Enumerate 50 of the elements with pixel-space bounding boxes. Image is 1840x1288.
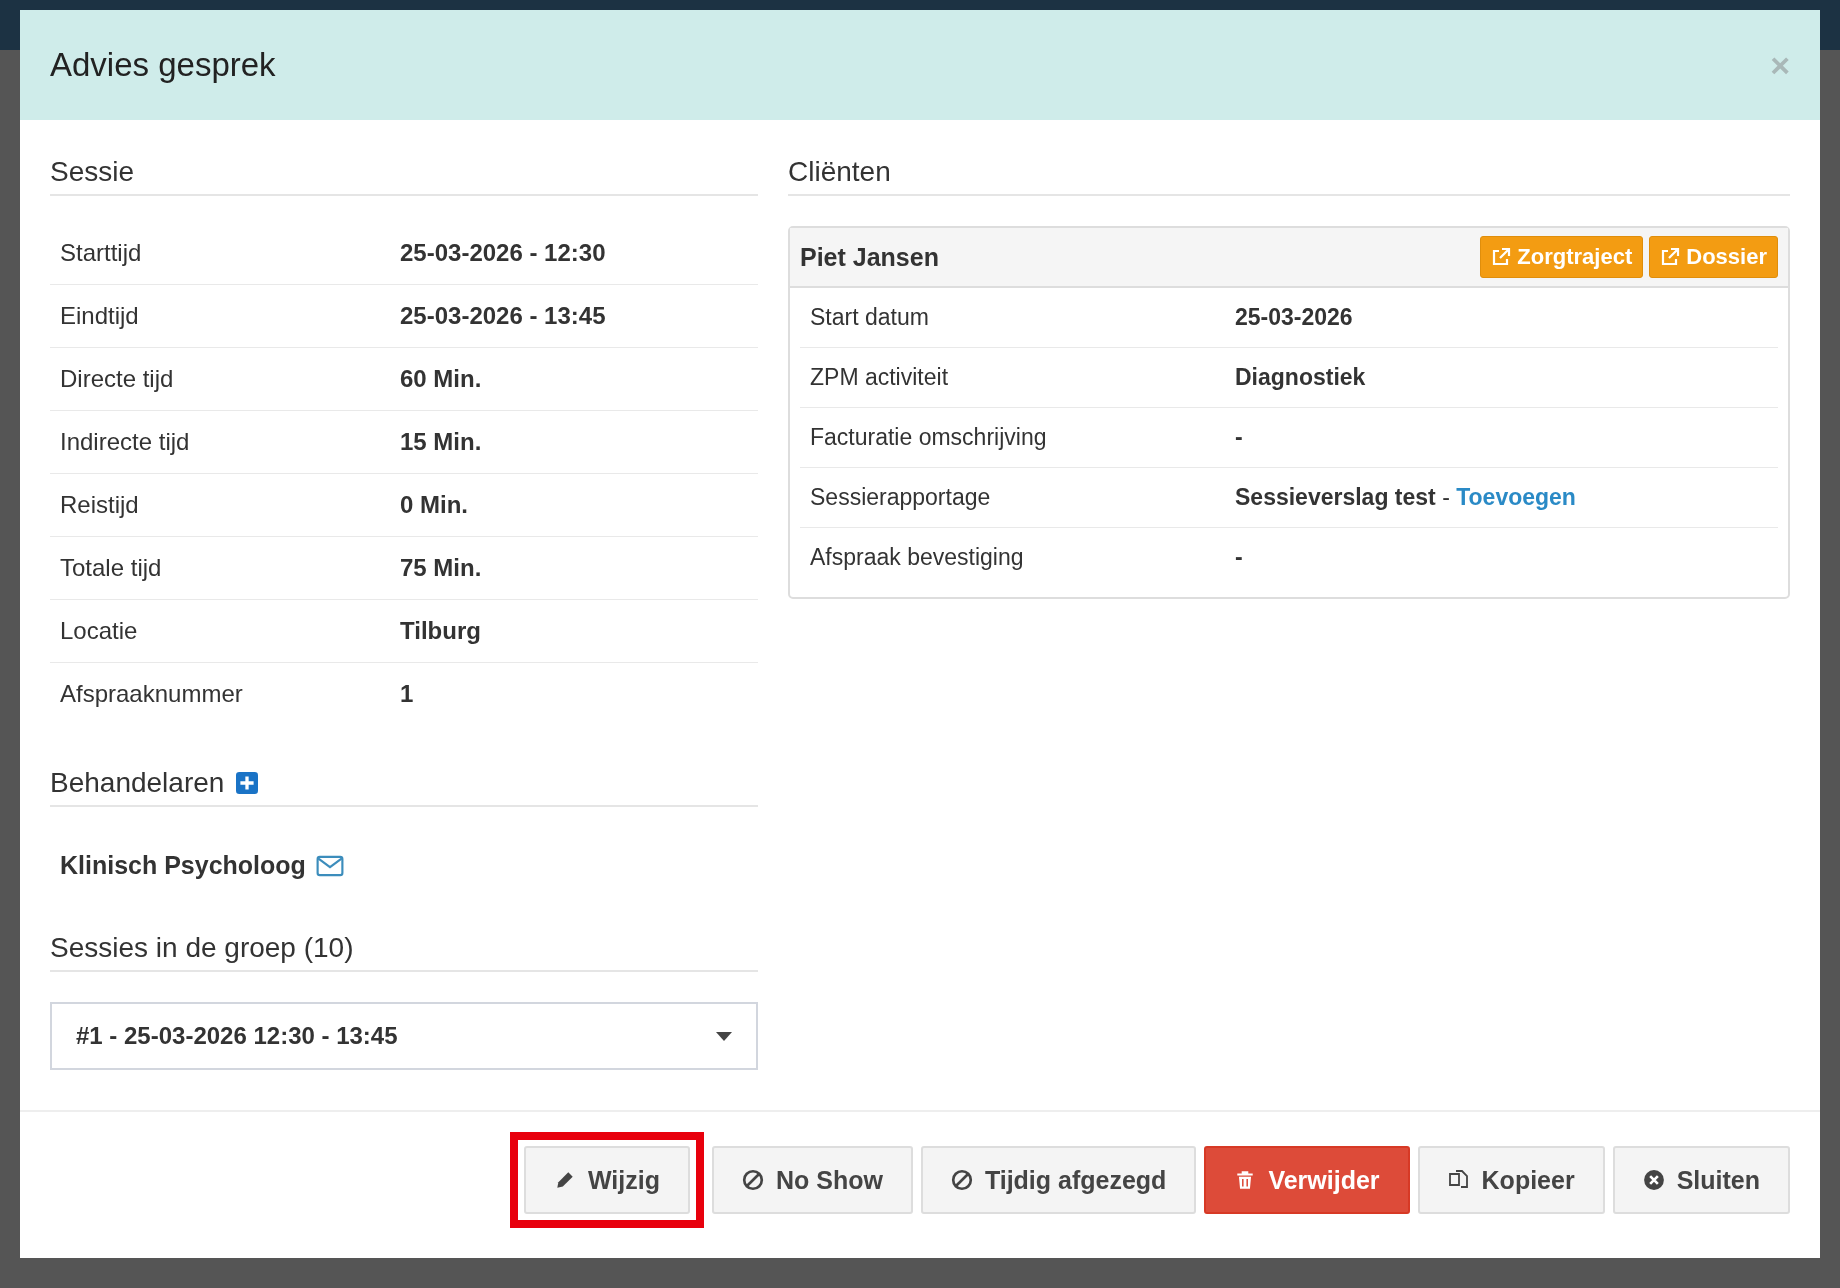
- copy-button[interactable]: Kopieer: [1417, 1146, 1605, 1214]
- field-label: Reistijd: [59, 491, 140, 519]
- close-button[interactable]: Sluiten: [1612, 1146, 1790, 1214]
- copy-icon: [1447, 1169, 1470, 1191]
- close-circle-icon: [1642, 1169, 1665, 1191]
- field-value: 25-03-2026 - 13:45: [400, 302, 606, 330]
- field-label: Facturatie omschrijving: [809, 424, 1048, 451]
- field-value: 75 Min.: [400, 554, 482, 582]
- modal-title: Advies gesprek: [50, 46, 276, 84]
- section-heading: Behandelaren: [50, 767, 225, 799]
- field-label: ZPM activiteit: [809, 364, 950, 391]
- field-label: Sessierapportage: [809, 484, 992, 511]
- field-label: Starttijd: [59, 239, 143, 267]
- ban-icon: [741, 1169, 764, 1191]
- delete-button[interactable]: Verwijder: [1204, 1146, 1410, 1214]
- field-value: 25-03-2026: [1235, 304, 1353, 331]
- status-button[interactable]: Tijdig afgezegd: [920, 1146, 1197, 1214]
- field-value: Diagnostiek: [1235, 364, 1366, 391]
- section-heading: Sessie: [50, 144, 758, 196]
- field-value: -: [1235, 544, 1243, 571]
- field-value: 15 Min.: [400, 428, 482, 456]
- section-heading: Cliënten: [788, 144, 1790, 196]
- field-label: Directe tijd: [59, 365, 175, 393]
- envelope-icon[interactable]: [315, 854, 344, 877]
- status-button[interactable]: No Show: [711, 1146, 913, 1214]
- field-label: Indirecte tijd: [59, 428, 191, 456]
- ban-icon: [950, 1169, 973, 1191]
- field-label: Locatie: [59, 617, 139, 645]
- add-link[interactable]: Toevoegen: [1456, 484, 1576, 510]
- external-link-icon: [1660, 247, 1681, 267]
- field-value: Tilburg: [400, 617, 481, 645]
- caret-icon: [716, 1031, 732, 1041]
- session-select[interactable]: #1 - 25-03-2026 12:30 - 13:45: [50, 1002, 758, 1070]
- field-label: Afspraaknummer: [59, 680, 244, 708]
- edit-button[interactable]: Wijzig: [523, 1146, 690, 1214]
- field-value: 25-03-2026 - 12:30: [400, 239, 606, 267]
- field-value: 60 Min.: [400, 365, 482, 393]
- field-value: 0 Min.: [400, 491, 468, 519]
- add-icon[interactable]: [236, 772, 259, 794]
- practitioner-name: Klinisch Psycholoog: [60, 851, 306, 880]
- field-label: Afspraak bevestiging: [809, 544, 1025, 571]
- section-heading: Sessies in de groep (10): [50, 920, 758, 972]
- field-value: Sessieverslag test - Toevoegen: [1235, 484, 1576, 511]
- field-label: Start datum: [809, 304, 930, 331]
- field-value: 1: [400, 680, 414, 708]
- client-name: Piet Jansen: [800, 242, 939, 272]
- external-link-icon: [1491, 247, 1512, 267]
- field-value: -: [1235, 424, 1243, 451]
- field-label: Totale tijd: [59, 554, 163, 582]
- field-label: Eindtijd: [59, 302, 140, 330]
